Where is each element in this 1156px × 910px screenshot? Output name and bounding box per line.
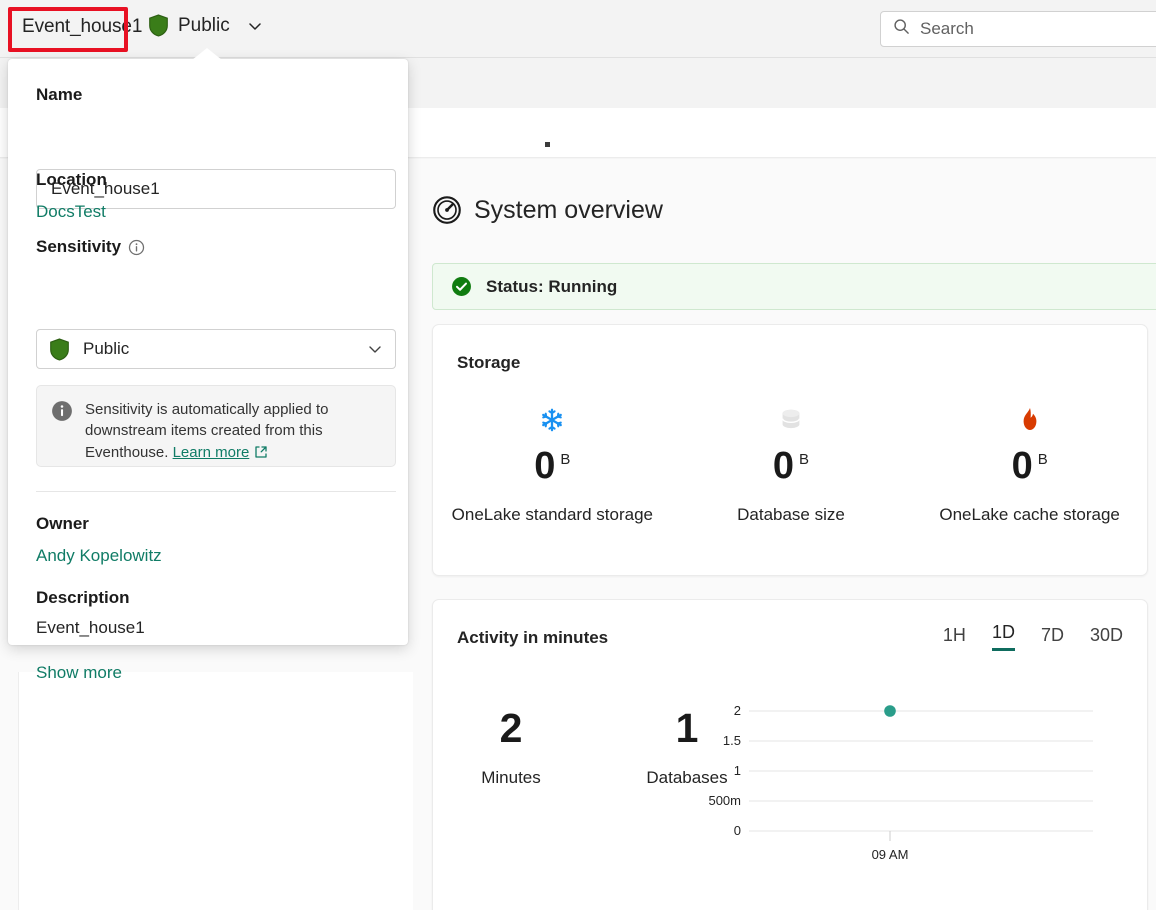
ytick-1: 1 [734, 763, 741, 778]
metric-unit: B [560, 451, 571, 469]
owner-value-link[interactable]: Andy Kopelowitz [36, 546, 162, 566]
shield-icon [49, 337, 70, 361]
metric-unit: B [1037, 451, 1048, 469]
learn-more-link[interactable]: Learn more [173, 444, 250, 461]
page-title: System overview [474, 195, 663, 224]
ytick-500m: 500m [708, 793, 741, 808]
snowflake-icon [442, 403, 662, 437]
search-placeholder: Search [920, 19, 974, 38]
background-lower-panel [18, 672, 413, 910]
description-label: Description [36, 588, 130, 607]
stat-label: Minutes [481, 768, 541, 787]
flyout-divider [36, 491, 396, 492]
storage-card-title: Storage [457, 353, 521, 372]
activity-stats: 2 Minutes 1 Databases [459, 708, 739, 788]
sensitivity-select[interactable]: Public [36, 329, 396, 369]
activity-card-title: Activity in minutes [457, 628, 609, 647]
owner-label: Owner [36, 514, 89, 533]
ytick-2: 2 [734, 703, 741, 718]
sensitivity-label: Sensitivity [36, 237, 122, 256]
tab-7d[interactable]: 7D [1041, 625, 1064, 651]
description-value: Event_house1 [36, 618, 145, 637]
ytick-0: 0 [734, 823, 741, 838]
location-value-link[interactable]: DocsTest [36, 202, 106, 222]
sensitivity-chip[interactable]: Public [148, 14, 263, 37]
tab-1d[interactable]: 1D [991, 622, 1015, 651]
ytick-1-5: 1.5 [723, 733, 741, 748]
flame-icon [920, 403, 1140, 437]
sensitivity-info-callout: Sensitivity is automatically applied to … [36, 385, 396, 467]
metric-database-size: 0B Database size [681, 403, 901, 525]
search-input[interactable]: Search [880, 11, 1156, 47]
shield-icon [148, 14, 169, 37]
system-overview-column: System overview Status: Running Storage [414, 159, 1156, 910]
chevron-down-icon[interactable] [359, 341, 383, 357]
metric-unit: B [799, 451, 810, 469]
metric-onelake-cache-storage: 0B OneLake cache storage [920, 403, 1140, 525]
xtick-09am: 09 AM [872, 847, 909, 862]
background-marker [545, 142, 550, 147]
location-label: Location [36, 170, 107, 189]
info-filled-icon [51, 399, 73, 453]
gauge-icon [432, 195, 462, 225]
activity-card: Activity in minutes 1H 1D 7D 30D 2 Minut… [432, 599, 1148, 910]
sensitivity-label-row: Sensitivity [36, 237, 145, 257]
info-icon[interactable] [128, 239, 145, 256]
activity-chart-svg: 2 1.5 1 500m 0 09 AM [708, 703, 1093, 862]
database-icon [681, 403, 901, 437]
item-title[interactable]: Event_house1 [22, 16, 142, 38]
sensitivity-selected-value: Public [83, 339, 130, 358]
top-header-bar: Event_house1 Public Search [0, 0, 1156, 58]
metric-onelake-standard-storage: 0B OneLake standard storage [442, 403, 662, 525]
system-overview-header: System overview [432, 195, 663, 225]
flyout-pointer [192, 48, 222, 60]
sensitivity-chip-label: Public [178, 14, 230, 36]
time-range-tabs: 1H 1D 7D 30D [943, 622, 1123, 651]
storage-metrics-row: 0B OneLake standard storage 0B Database … [433, 403, 1149, 525]
metric-label: Database size [737, 505, 845, 524]
name-label: Name [36, 85, 83, 104]
show-more-link[interactable]: Show more [36, 663, 122, 683]
status-badge: Status: Running [486, 276, 618, 296]
external-link-icon[interactable] [249, 444, 268, 461]
stat-minutes: 2 Minutes [459, 708, 563, 788]
item-details-flyout: Name Event_house1 Location DocsTest Sens… [8, 59, 408, 682]
metric-value: 0B [772, 445, 810, 487]
chevron-down-icon[interactable] [239, 18, 263, 34]
storage-card: Storage 0 B OneLake standard storage 0 B… [432, 324, 1148, 576]
metric-value: 0B [1011, 445, 1048, 487]
app-root: System overview Status: Running Storage [0, 0, 1156, 910]
callout-text-block: Sensitivity is automatically applied to … [85, 399, 381, 461]
metric-label: OneLake cache storage [939, 505, 1120, 524]
metric-value: 0B [534, 445, 571, 487]
search-icon [893, 18, 910, 40]
tab-30d[interactable]: 30D [1090, 625, 1123, 651]
chart-gridlines [749, 710, 1093, 832]
tab-1h[interactable]: 1H [943, 625, 966, 651]
status-banner: Status: Running [432, 263, 1156, 310]
stat-value: 2 [499, 705, 523, 751]
activity-chart: 2 1.5 1 500m 0 09 AM [703, 655, 1133, 885]
chart-data-point [884, 705, 896, 717]
check-circle-icon [451, 276, 472, 297]
metric-label: OneLake standard storage [451, 505, 653, 524]
